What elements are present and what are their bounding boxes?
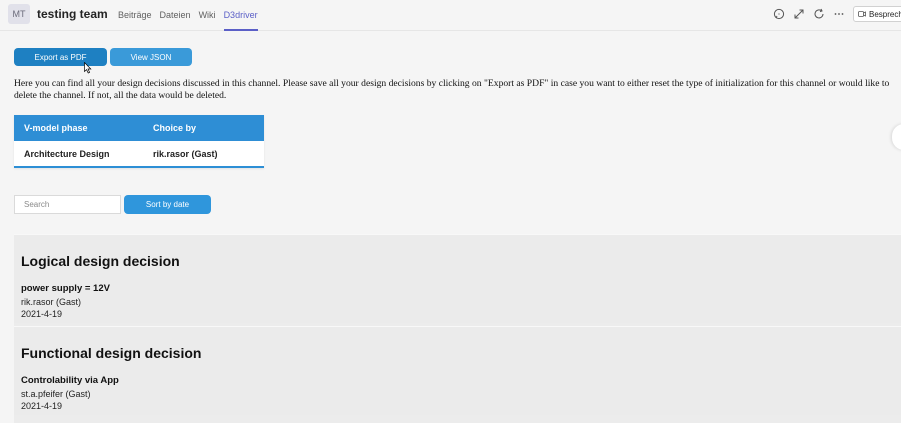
mouse-cursor-icon xyxy=(84,62,92,74)
column-header-phase: V-model phase xyxy=(24,123,88,133)
meet-button[interactable]: Besprech xyxy=(853,6,901,22)
video-icon xyxy=(858,11,866,17)
phase-table-header: V-model phase Choice by xyxy=(14,115,264,141)
decision-card: Logical design decision power supply = 1… xyxy=(14,234,901,323)
tab-dateien[interactable]: Dateien xyxy=(156,0,195,31)
decision-author: rik.rasor (Gast) xyxy=(21,297,82,307)
search-input[interactable] xyxy=(14,195,121,214)
decision-card: Functional design decision Controlabilit… xyxy=(14,326,901,415)
choice-value: rik.rasor (Gast) xyxy=(153,148,218,159)
top-bar: MT testing team Beiträge Dateien Wiki D3… xyxy=(0,0,901,31)
view-json-button[interactable]: View JSON xyxy=(110,48,192,66)
decision-author: st.a.pfeifer (Gast) xyxy=(21,389,91,399)
decision-title: Functional design decision xyxy=(21,345,202,361)
side-panel-handle[interactable] xyxy=(892,124,901,150)
chat-icon[interactable] xyxy=(771,7,787,21)
channel-tabs: Beiträge Dateien Wiki D3driver xyxy=(114,0,262,31)
team-avatar[interactable]: MT xyxy=(8,4,30,24)
refresh-icon[interactable] xyxy=(811,7,827,21)
header-actions xyxy=(771,7,851,21)
app-content: Export as PDF View JSON Here you can fin… xyxy=(0,32,901,423)
meet-label: Besprech xyxy=(869,9,901,19)
phase-value: Architecture Design xyxy=(24,148,110,159)
more-icon[interactable] xyxy=(831,7,847,21)
intro-text: Here you can find all your design decisi… xyxy=(14,78,890,101)
decision-subtitle: Controlability via App xyxy=(21,375,119,386)
tab-d3driver[interactable]: D3driver xyxy=(220,0,262,31)
decision-date: 2021-4-19 xyxy=(21,401,63,411)
export-pdf-button[interactable]: Export as PDF xyxy=(14,48,107,66)
decision-title: Logical design decision xyxy=(21,253,180,269)
table-row: Architecture Design rik.rasor (Gast) xyxy=(14,141,264,166)
team-name[interactable]: testing team xyxy=(37,7,108,21)
decision-subtitle: power supply = 12V xyxy=(21,283,110,294)
tab-wiki[interactable]: Wiki xyxy=(195,0,220,31)
decision-date: 2021-4-19 xyxy=(21,309,63,319)
phase-table: V-model phase Choice by Architecture Des… xyxy=(14,115,264,168)
expand-icon[interactable] xyxy=(791,7,807,21)
sort-by-date-button[interactable]: Sort by date xyxy=(124,195,211,214)
tab-beitraege[interactable]: Beiträge xyxy=(114,0,156,31)
column-header-choice: Choice by xyxy=(153,123,197,133)
decision-list: Logical design decision power supply = 1… xyxy=(14,234,901,423)
